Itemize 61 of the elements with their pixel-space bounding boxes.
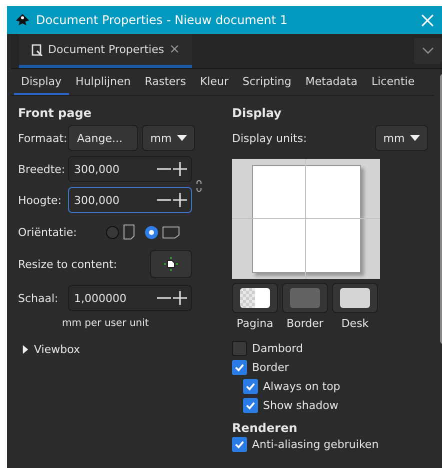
unit-dropdown[interactable]: mm [142,125,195,151]
expander-label[interactable]: Viewbox [34,343,80,356]
tab[interactable]: Kleur [192,69,236,95]
dock-tab[interactable]: Document Properties × [19,34,192,68]
unit-note: mm per user unit [62,318,150,329]
caret-icon [410,135,420,141]
dock-tab-label: Document Properties [48,43,164,56]
tab[interactable]: Scripting [235,69,298,95]
checkbox[interactable]: Show shadow [243,398,428,413]
swatch-label: Desk [341,317,369,330]
checkbox[interactable]: Always on top [243,379,428,394]
field-label: Display units: [232,132,307,144]
portrait-page-icon [123,224,135,240]
number-field[interactable]: 1,000000 [68,285,192,311]
document-icon [31,44,43,56]
swatch-label: Pagina [236,317,274,330]
tab[interactable]: Hulplijnen [68,69,138,95]
page-resize-icon [164,257,178,271]
tab[interactable]: Rasters [138,69,193,95]
check-icon [245,400,256,411]
section-heading: Renderen [232,421,298,435]
tab[interactable]: Licentie [364,69,422,95]
checkbox[interactable]: Border [232,360,428,375]
check-icon [234,439,245,450]
chevron-down-icon [422,47,434,55]
landscape-page-icon [162,226,180,238]
number-field[interactable]: 300,000 [68,156,192,182]
color-swatch-button[interactable] [332,283,378,313]
checkbox[interactable]: Anti-aliasing gebruiken [232,437,428,452]
chain-link-icon[interactable] [196,179,202,193]
app-logo-icon [15,12,30,28]
close-icon[interactable] [421,14,434,26]
plus-icon[interactable] [173,162,187,176]
window-title: Document Properties - Nieuw document 1 [36,13,289,27]
color-swatch-button[interactable] [232,283,278,313]
tab[interactable]: Metadata [298,69,364,95]
swatch-label: Border [286,317,324,330]
radio-button[interactable] [145,226,158,238]
field-label: Resize to content: [18,258,118,270]
field-label: Oriëntatie: [18,226,78,238]
plus-icon[interactable] [173,291,187,305]
checkbox[interactable]: Dambord [232,341,428,356]
radio-button[interactable] [106,226,119,238]
check-icon [245,381,256,392]
tab[interactable]: Display [14,69,69,95]
field-label: Hoogte: [18,194,63,206]
field-label: Formaat: [18,132,64,144]
field-label: Breedte: [18,162,64,176]
format-dropdown[interactable]: Aange... [68,125,138,151]
caret-icon [176,135,187,141]
unit-dropdown[interactable]: mm [375,125,428,151]
section-heading: Display [232,106,282,120]
color-swatch-button[interactable] [282,283,328,313]
number-field[interactable]: 300,000 [68,187,192,213]
triangle-right-icon[interactable] [22,345,29,354]
tab-close-button[interactable]: × [169,42,180,57]
resize-to-content-button[interactable] [150,250,192,278]
field-label: Schaal: [18,292,60,304]
section-heading: Front page [18,106,92,120]
check-icon [234,362,245,373]
plus-icon[interactable] [173,193,187,207]
